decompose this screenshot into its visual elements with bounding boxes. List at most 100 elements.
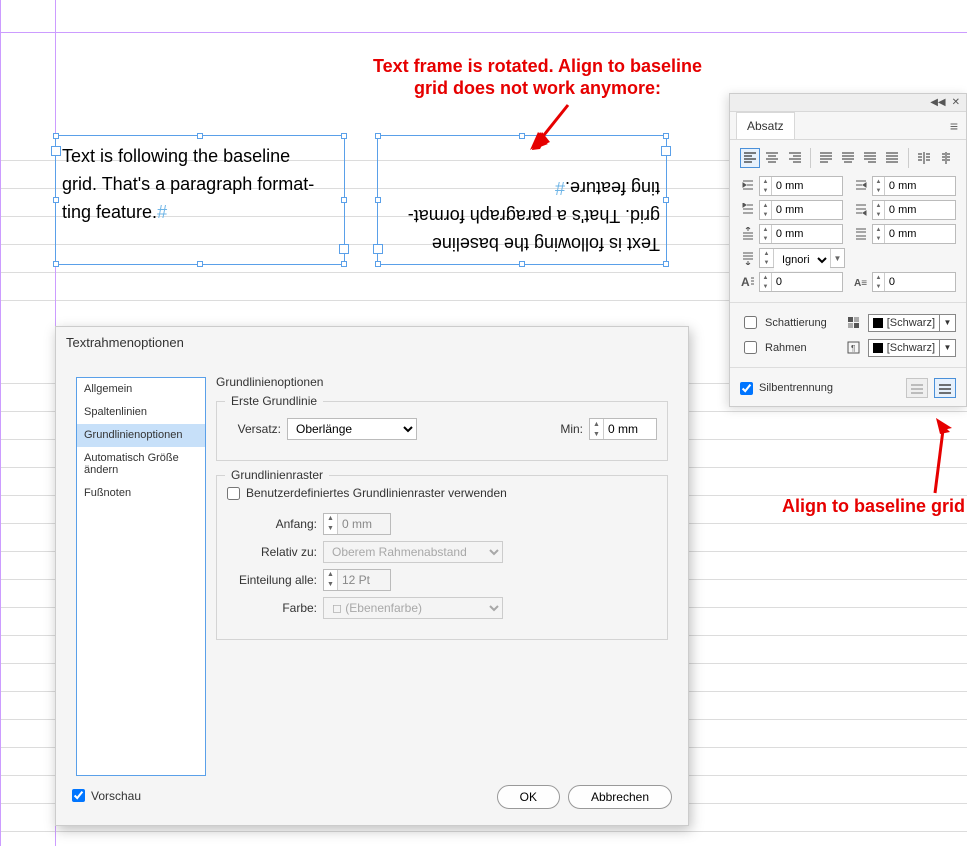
checkbox-custom-grid-label: Benutzerdefiniertes Grundlinienraster ve… [246,486,507,500]
indent-left-icon [740,178,756,194]
chevron-down-icon[interactable]: ▼ [940,339,956,357]
align-left-button[interactable] [740,148,760,168]
text-content: Text is following the baseline grid. Tha… [56,136,344,232]
checkbox-custom-grid-box[interactable] [227,487,240,500]
collapse-icon[interactable]: ◀◀ [930,97,945,108]
space-after-input[interactable] [885,225,955,243]
shading-icon [846,315,862,331]
shading-label: Schattierung [765,317,827,329]
checkbox-preview[interactable]: Vorschau [72,789,141,803]
dialog-content: Grundlinienoptionen Erste Grundlinie Ver… [216,375,668,654]
align-toward-spine-button[interactable] [913,148,933,168]
sidebar-item-grundlinienoptionen[interactable]: Grundlinienoptionen [77,424,205,447]
checkbox-custom-grid[interactable]: Benutzerdefiniertes Grundlinienraster ve… [227,486,507,500]
align-to-baseline-grid-button[interactable] [934,378,956,398]
select-versatz[interactable]: Oberlänge [287,418,417,440]
select-relativ[interactable]: Oberem Rahmenabstand [323,541,503,563]
dropcap-lines-icon: A [740,274,756,290]
alignment-row [740,148,956,168]
align-away-spine-button[interactable] [936,148,956,168]
align-center-button[interactable] [762,148,782,168]
label-versatz: Versatz: [227,422,281,436]
indent-first-spinner[interactable]: ▲▼ [759,200,843,220]
dropcap-chars-input[interactable] [885,273,955,291]
sidebar-item-allgemein[interactable]: Allgemein [77,378,205,401]
dialog-text-frame-options[interactable]: Textrahmenoptionen Allgemein Spaltenlini… [55,326,689,826]
balance-spinner[interactable]: ▲▼ Ignorieren ▼ [759,248,845,268]
checkbox-preview-box[interactable] [72,789,85,802]
border-label: Rahmen [765,342,807,354]
dropcap-lines-spinner[interactable]: ▲▼ [759,272,843,292]
dropcap-chars-spinner[interactable]: ▲▼ [872,272,956,292]
indent-right-input[interactable] [885,177,955,195]
indent-left-input[interactable] [772,177,842,195]
text-line: ting feature. [62,202,157,222]
indent-last-icon [853,202,869,218]
input-einteilung[interactable] [338,570,390,590]
label-einteilung: Einteilung alle: [227,573,317,587]
label-anfang: Anfang: [227,517,317,531]
balance-select[interactable]: Ignorieren [774,249,830,271]
space-after-icon [740,250,756,266]
space-before-icon [740,226,756,242]
space-between-icon [853,226,869,242]
panel-menu-button[interactable]: ≡ [942,118,966,134]
legend: Erste Grundlinie [225,394,323,408]
checkbox-preview-label: Vorschau [91,789,141,803]
align-right-button[interactable] [784,148,804,168]
close-icon[interactable]: ✕ [952,97,960,108]
input-anfang[interactable] [338,514,390,534]
ok-button[interactable]: OK [497,785,560,809]
label-min: Min: [560,422,583,436]
arrow-right [920,418,960,498]
text-frame-rotated[interactable]: Text is following the baseline grid. Tha… [377,135,667,265]
svg-text:A: A [741,275,750,289]
dropcap-lines-input[interactable] [772,273,842,291]
border-swatch[interactable]: [Schwarz] ▼ [868,339,956,357]
svg-text:¶: ¶ [851,344,855,353]
text-content-rotated: Text is following the baseline grid. Tha… [378,136,666,264]
sidebar-item-fussnoten[interactable]: Fußnoten [77,482,205,505]
justify-center-button[interactable] [838,148,858,168]
fieldset-first-baseline: Erste Grundlinie Versatz: Oberlänge Min:… [216,401,668,461]
annotation-text: Text frame is rotated. Align to baseline [373,56,702,76]
spinner-min[interactable]: ▲▼ [589,418,657,440]
shading-swatch[interactable]: [Schwarz] ▼ [868,314,956,332]
justify-left-button[interactable] [816,148,836,168]
cancel-button[interactable]: Abbrechen [568,785,672,809]
spinner-einteilung[interactable]: ▲▼ [323,569,391,591]
text-line: Text is following the baseline [62,146,290,166]
pilcrow: # [555,178,565,198]
spinner-anfang[interactable]: ▲▼ [323,513,391,535]
justify-full-button[interactable] [882,148,902,168]
indent-right-spinner[interactable]: ▲▼ [872,176,956,196]
space-before-spinner[interactable]: ▲▼ [759,224,843,244]
label-relativ: Relativ zu: [227,545,317,559]
input-min[interactable] [604,419,656,439]
select-farbe[interactable]: ◻ (Ebenenfarbe) [323,597,503,619]
checkbox-shading[interactable]: Schattierung [740,313,840,332]
sidebar-item-auto-groesse[interactable]: Automatisch Größe ändern [77,447,205,482]
indent-last-spinner[interactable]: ▲▼ [872,200,956,220]
panel-controls: ◀◀ ✕ [730,94,966,112]
chevron-down-icon[interactable]: ▼ [940,314,956,332]
border-icon: ¶ [846,340,862,356]
space-after-spinner[interactable]: ▲▼ [872,224,956,244]
indent-right-icon [853,178,869,194]
sidebar-item-spaltenlinien[interactable]: Spaltenlinien [77,401,205,424]
justify-right-button[interactable] [860,148,880,168]
svg-text:A≡: A≡ [854,278,867,289]
legend: Grundlinienraster [225,468,329,482]
text-line: grid. That's a paragraph format- [408,206,660,226]
panel-absatz[interactable]: ◀◀ ✕ Absatz ≡ ▲▼ ▲▼ [729,93,967,407]
checkbox-hyphenate[interactable]: Silbentrennung [740,382,833,395]
indent-first-input[interactable] [772,201,842,219]
space-before-input[interactable] [772,225,842,243]
do-not-align-baseline-button[interactable] [906,378,928,398]
dialog-sidebar: Allgemein Spaltenlinien Grundlinienoptio… [76,377,206,776]
tab-absatz[interactable]: Absatz [736,112,795,139]
indent-last-input[interactable] [885,201,955,219]
checkbox-border[interactable]: Rahmen [740,338,840,357]
indent-left-spinner[interactable]: ▲▼ [759,176,843,196]
text-frame-normal[interactable]: Text is following the baseline grid. Tha… [55,135,345,265]
